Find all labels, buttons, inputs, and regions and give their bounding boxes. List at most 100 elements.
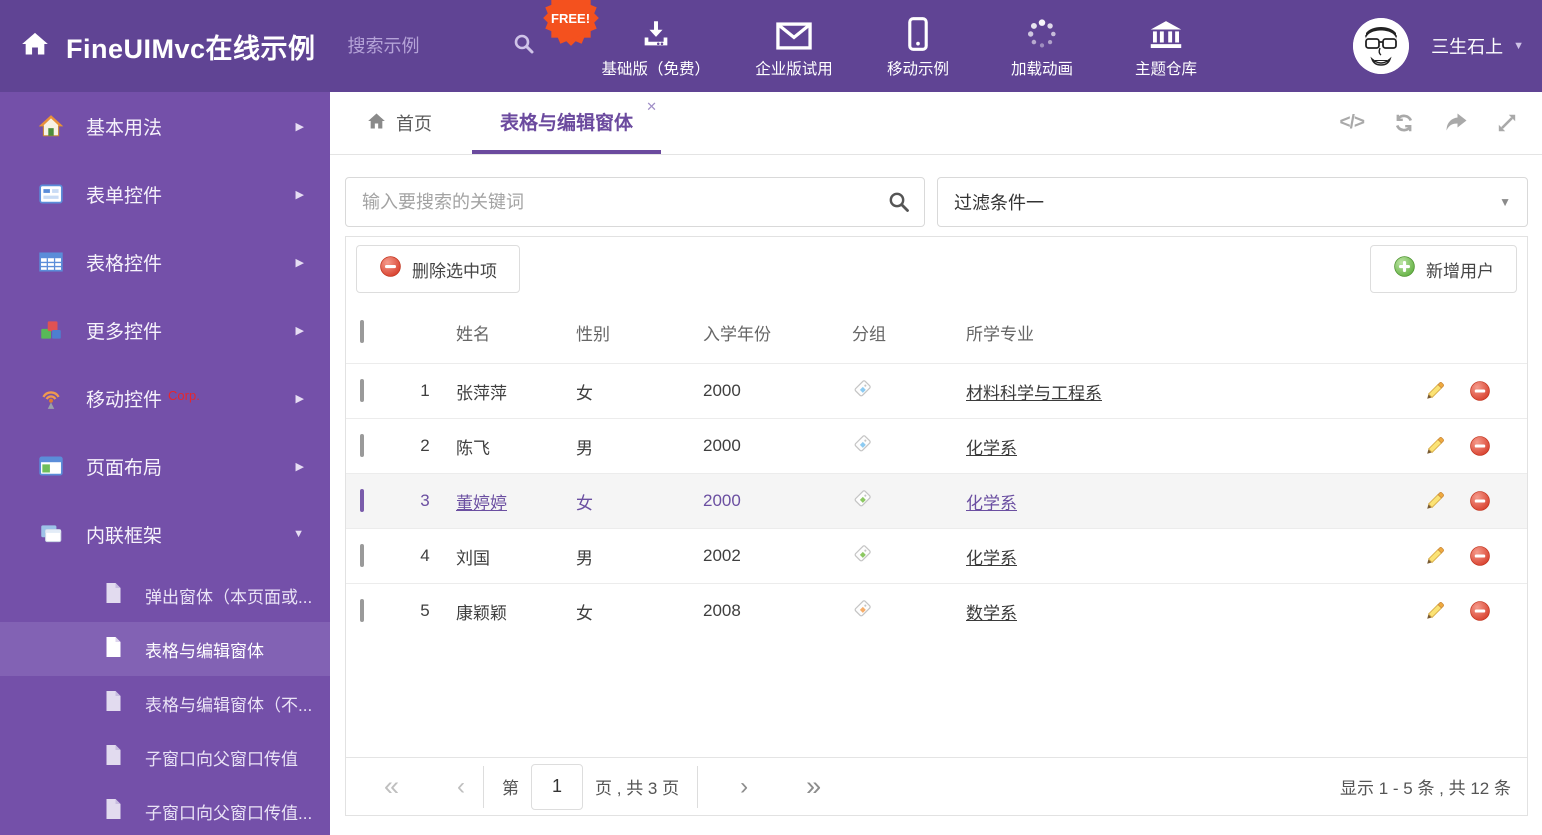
cubes-icon	[38, 317, 64, 343]
keyword-search-input[interactable]	[345, 177, 925, 227]
row-index: 3	[420, 491, 430, 510]
refresh-icon[interactable]	[1392, 111, 1416, 135]
row-checkbox[interactable]	[360, 379, 364, 402]
table-row: 4 刘国 男 2002 化学系	[346, 528, 1527, 583]
first-page-button[interactable]: «	[384, 773, 399, 800]
nav-label: 主题仓库	[1135, 61, 1198, 78]
table-row: 5 康颖颖 女 2008 数学系	[346, 583, 1527, 638]
edit-pencil-icon[interactable]	[1424, 435, 1446, 457]
row-checkbox[interactable]	[360, 544, 364, 567]
tag-icon	[852, 545, 873, 568]
nav-item-loading-animation[interactable]: 加载动画	[1002, 13, 1082, 79]
delete-selected-button[interactable]: 删除选中项	[356, 245, 520, 293]
wireless-icon	[38, 385, 64, 411]
app-title: FineUIMvc在线示例	[66, 33, 316, 64]
edit-pencil-icon[interactable]	[1424, 490, 1446, 512]
edit-pencil-icon[interactable]	[1424, 380, 1446, 402]
sidebar-item-form-controls[interactable]: 表单控件 ▶	[0, 160, 330, 228]
nav-label: 基础版（免费）	[601, 61, 711, 78]
major-link[interactable]: 化学系	[966, 549, 1017, 568]
file-icon	[104, 582, 123, 609]
tab-grid-edit-window[interactable]: 表格与编辑窗体 ✕	[472, 92, 662, 154]
download-icon	[639, 13, 673, 51]
delete-row-icon[interactable]	[1469, 545, 1491, 567]
table-row: 2 陈飞 男 2000 化学系	[346, 418, 1527, 473]
grid-panel: 删除选中项 新增用户 姓名 性别 入学年份 分组 所学专业 1 张萍萍 女 20…	[345, 236, 1528, 816]
tab-home[interactable]: 首页	[360, 92, 438, 154]
collapse-arrow-icon: ▼	[293, 528, 304, 540]
header-search-icon[interactable]	[512, 32, 536, 61]
cell-gender: 男	[576, 438, 593, 458]
user-menu[interactable]: 三生石上 ▼	[1353, 18, 1524, 74]
tab-content: 过滤条件一 ▼ 删除选中项 新增用户	[330, 155, 1542, 816]
nav-item-enterprise-trial[interactable]: 企业版试用	[754, 13, 834, 79]
envelope-icon	[776, 13, 812, 51]
header-search-input[interactable]	[347, 35, 498, 57]
corp-tag: Corp.	[168, 387, 200, 403]
edit-pencil-icon[interactable]	[1424, 600, 1446, 622]
page-suffix: 页 , 共 3 页	[595, 779, 680, 798]
sidebar-subitem-grid-edit-window-2[interactable]: 表格与编辑窗体（不...	[0, 676, 330, 730]
prev-page-button[interactable]: ‹	[457, 774, 465, 799]
sidebar-subitem-child-to-parent-2[interactable]: 子窗口向父窗口传值...	[0, 784, 330, 835]
app-home-icon[interactable]	[20, 30, 50, 63]
page-number-input[interactable]	[531, 763, 584, 810]
divider	[697, 765, 699, 808]
delete-row-icon[interactable]	[1469, 600, 1491, 622]
sidebar-item-page-layout[interactable]: 页面布局 ▶	[0, 432, 330, 500]
major-link[interactable]: 化学系	[966, 439, 1017, 458]
sidebar-subitem-grid-edit-window[interactable]: 表格与编辑窗体	[0, 622, 330, 676]
grid-header-row: 姓名 性别 入学年份 分组 所学专业	[346, 301, 1527, 363]
fullscreen-icon[interactable]	[1496, 112, 1518, 134]
sidebar-subitem-popup-window[interactable]: 弹出窗体（本页面或...	[0, 568, 330, 622]
delete-row-icon[interactable]	[1469, 435, 1491, 457]
nav-item-basic-free[interactable]: FREE! 基础版（免费）	[542, 0, 711, 79]
sidebar-item-grid-controls[interactable]: 表格控件 ▶	[0, 228, 330, 296]
plus-circle-icon	[1393, 255, 1416, 283]
next-page-button[interactable]: ›	[740, 774, 748, 799]
nav-item-mobile-demo[interactable]: 移动示例	[878, 13, 958, 79]
record-summary: 显示 1 - 5 条 , 共 12 条	[1340, 779, 1511, 798]
cell-name[interactable]: 董婷婷	[456, 494, 507, 513]
row-checkbox[interactable]	[360, 434, 364, 457]
home-tab-icon	[366, 111, 387, 136]
sidebar-item-iframe[interactable]: 内联框架 ▼	[0, 500, 330, 568]
search-icon[interactable]	[887, 190, 911, 219]
edit-pencil-icon[interactable]	[1424, 545, 1446, 567]
expand-arrow-icon: ▶	[295, 256, 304, 269]
col-name: 姓名	[456, 324, 490, 344]
file-icon	[104, 690, 123, 717]
major-link[interactable]: 化学系	[966, 494, 1017, 513]
row-checkbox[interactable]	[360, 489, 364, 512]
sidebar-item-basic-usage[interactable]: 基本用法 ▶	[0, 92, 330, 160]
tab-bar: 首页 表格与编辑窗体 ✕ </>	[330, 92, 1542, 155]
table-row-selected: 3 董婷婷 女 2000 化学系	[346, 473, 1527, 528]
nav-item-theme-store[interactable]: 主题仓库	[1126, 13, 1206, 79]
tab-home-label: 首页	[396, 114, 432, 134]
expand-arrow-icon: ▶	[295, 324, 304, 337]
cell-year: 2000	[703, 491, 741, 510]
sidebar-subitem-child-to-parent[interactable]: 子窗口向父窗口传值	[0, 730, 330, 784]
frames-icon	[38, 521, 64, 547]
major-link[interactable]: 数学系	[966, 604, 1017, 623]
last-page-button[interactable]: »	[806, 773, 821, 800]
cell-gender: 男	[576, 548, 593, 568]
sidebar-item-mobile-controls[interactable]: 移动控件 Corp. ▶	[0, 364, 330, 432]
select-all-checkbox[interactable]	[360, 320, 364, 343]
major-link[interactable]: 材料科学与工程系	[966, 384, 1102, 403]
col-year: 入学年份	[703, 324, 771, 344]
table-row: 1 张萍萍 女 2000 材料科学与工程系	[346, 363, 1527, 418]
tab-close-icon[interactable]: ✕	[646, 100, 657, 113]
open-new-window-icon[interactable]	[1444, 112, 1468, 134]
row-checkbox[interactable]	[360, 599, 364, 622]
add-user-button[interactable]: 新增用户	[1370, 245, 1517, 293]
filter-row: 过滤条件一 ▼	[345, 177, 1528, 227]
sidebar-item-more-controls[interactable]: 更多控件 ▶	[0, 296, 330, 364]
delete-row-icon[interactable]	[1469, 490, 1491, 512]
source-code-icon[interactable]: </>	[1340, 112, 1366, 134]
expand-arrow-icon: ▶	[295, 392, 304, 405]
nav-label: 移动示例	[887, 61, 950, 78]
nav-label: 企业版试用	[755, 61, 833, 78]
filter-dropdown[interactable]: 过滤条件一 ▼	[937, 177, 1528, 227]
delete-row-icon[interactable]	[1469, 380, 1491, 402]
